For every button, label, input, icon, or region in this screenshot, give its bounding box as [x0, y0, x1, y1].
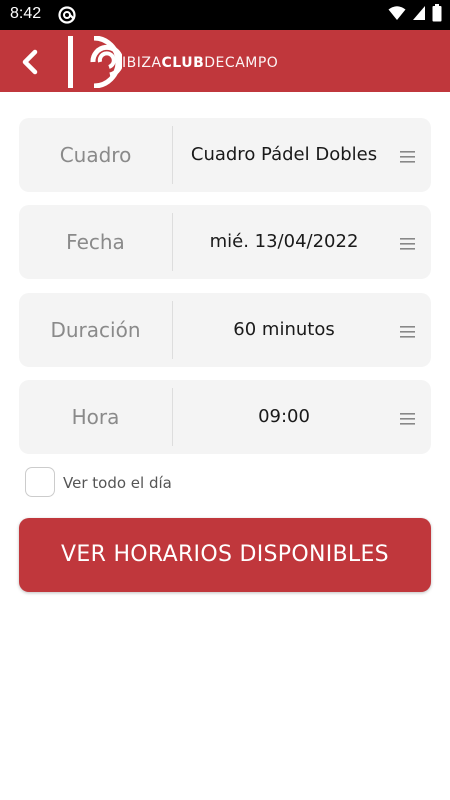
- logo-text-campo: CAMPO: [224, 55, 279, 71]
- field-duracion[interactable]: Duración 60 minutos: [19, 293, 431, 367]
- status-time: 8:42: [10, 5, 42, 22]
- field-value: mié. 13/04/2022: [209, 231, 359, 252]
- ver-todo-el-dia-checkbox[interactable]: [25, 467, 55, 497]
- signal-icon: [412, 5, 426, 25]
- battery-icon: [432, 4, 442, 26]
- field-divider: [172, 126, 173, 184]
- logo-text-club: CLUB: [161, 55, 205, 71]
- field-hora[interactable]: Hora 09:00: [19, 380, 431, 454]
- menu-lines-icon: [400, 238, 415, 250]
- wifi-icon: [388, 5, 406, 25]
- logo-wordmark: IBIZACLUBDECAMPO: [122, 55, 278, 71]
- field-label: Hora: [71, 405, 120, 429]
- field-divider: [172, 213, 173, 271]
- menu-lines-icon: [400, 413, 415, 425]
- field-value: Cuadro Pádel Dobles: [190, 144, 378, 165]
- field-fecha[interactable]: Fecha mié. 13/04/2022: [19, 205, 431, 279]
- field-value: 09:00: [258, 406, 310, 427]
- menu-lines-icon: [400, 326, 415, 338]
- logo-text-ibiza: IBIZA: [122, 55, 162, 71]
- field-label: Duración: [50, 318, 141, 342]
- field-value: 60 minutos: [233, 319, 335, 340]
- field-divider: [172, 388, 173, 446]
- checkbox-label: Ver todo el día: [63, 474, 172, 492]
- field-cuadro[interactable]: Cuadro Cuadro Pádel Dobles: [19, 118, 431, 192]
- field-divider: [172, 301, 173, 359]
- club-logo: [66, 35, 124, 89]
- back-button[interactable]: [14, 46, 46, 78]
- field-label: Cuadro: [59, 143, 132, 167]
- menu-lines-icon: [400, 151, 415, 163]
- at-sign-icon: [57, 5, 77, 25]
- logo-text-de: DE: [204, 55, 225, 71]
- status-icons: [388, 4, 442, 26]
- field-label: Fecha: [66, 230, 125, 254]
- app-bar: IBIZACLUBDECAMPO: [0, 30, 450, 92]
- status-bar: 8:42: [0, 0, 450, 30]
- chevron-left-icon: [22, 49, 38, 75]
- ver-horarios-button[interactable]: VER HORARIOS DISPONIBLES: [19, 518, 431, 592]
